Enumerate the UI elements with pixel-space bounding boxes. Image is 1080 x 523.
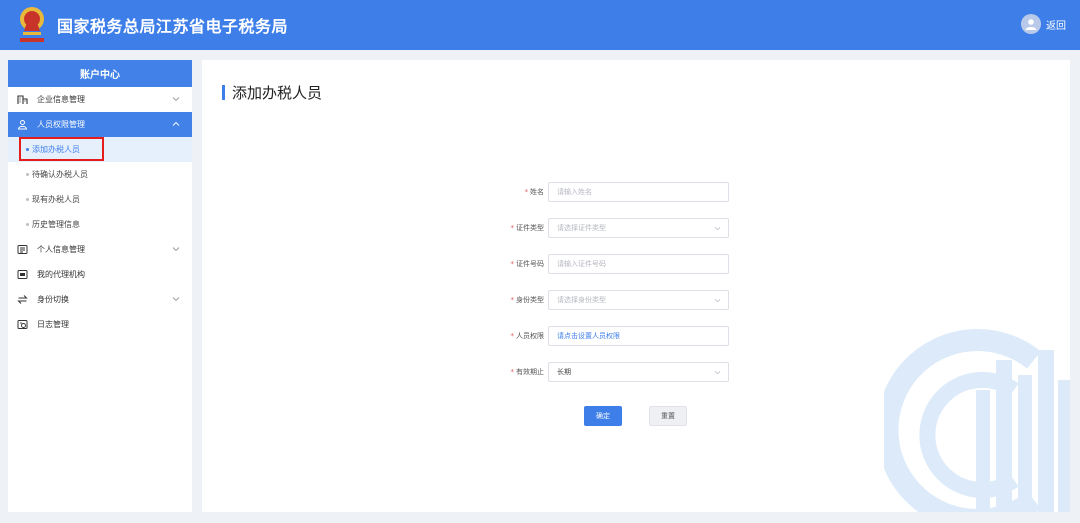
field-label: * 身份类型 (492, 295, 545, 305)
bullet-dot (26, 148, 29, 151)
field-label: * 证件号码 (492, 259, 545, 269)
form-actions: 确定 重置 (584, 406, 687, 426)
sidebar-item-label: 企业信息管理 (37, 95, 85, 104)
sidebar-subitem-current-tax-staff[interactable]: 现有办税人员 (8, 187, 192, 212)
sidebar-subitem-pending-tax-staff[interactable]: 待确认办税人员 (8, 162, 192, 187)
user-group-icon (16, 119, 28, 131)
chevron-down-icon (172, 297, 180, 302)
chevron-down-icon (172, 247, 180, 252)
sidebar-item-staff-permissions[interactable]: 人员权限管理 (8, 112, 192, 137)
select-placeholder: 请选择身份类型 (557, 296, 606, 304)
form-row-id-type: * 证件类型 请选择证件类型 (492, 218, 729, 238)
field-label: * 有效期止 (492, 367, 545, 377)
required-mark: * (510, 260, 515, 268)
sidebar-item-label: 日志管理 (37, 320, 69, 329)
sidebar-item-personal-info[interactable]: 个人信息管理 (8, 237, 192, 262)
confirm-button[interactable]: 确定 (584, 406, 622, 426)
bullet-dot (26, 198, 29, 201)
field-label-text: 身份类型 (516, 296, 544, 304)
site-title: 国家税务总局江苏省电子税务局 (57, 17, 289, 36)
set-permissions-link[interactable]: 请点击设置人员权限 (548, 326, 729, 346)
sidebar-subitem-add-tax-staff[interactable]: 添加办税人员 (8, 137, 192, 162)
id-type-select[interactable]: 请选择证件类型 (548, 218, 729, 238)
form-row-identity-type: * 身份类型 请选择身份类型 (492, 290, 729, 310)
field-label: * 姓名 (492, 187, 545, 197)
identity-type-select[interactable]: 请选择身份类型 (548, 290, 729, 310)
user-avatar-icon (1025, 19, 1037, 30)
bullet-dot (26, 223, 29, 226)
form-row-name: * 姓名 请输入姓名 (492, 182, 729, 202)
chevron-up-icon (172, 121, 180, 126)
sidebar: 账户中心 企业信息管理 人员权限管理 添加办税人员 待确认办税人员 现有办税人员… (8, 60, 192, 512)
required-mark: * (510, 332, 515, 340)
chevron-down-icon (714, 226, 721, 231)
field-label: * 证件类型 (492, 223, 545, 233)
chevron-down-icon (714, 370, 721, 375)
field-label: * 人员权限 (492, 331, 545, 341)
expiry-select[interactable]: 长期 (548, 362, 729, 382)
form-row-expiry: * 有效期止 长期 (492, 362, 729, 382)
sidebar-item-label: 我的代理机构 (37, 270, 85, 279)
add-staff-form: * 姓名 请输入姓名 * 证件类型 请选择证件类型 * 证件号码 请输入证件号码 * 身… (492, 182, 729, 398)
tax-emblem-watermark (884, 329, 1070, 512)
sidebar-item-enterprise-info[interactable]: 企业信息管理 (8, 87, 192, 112)
field-label-text: 有效期止 (516, 368, 544, 376)
log-icon (16, 319, 28, 331)
page-title-text: 添加办税人员 (232, 84, 323, 102)
field-label-text: 人员权限 (516, 332, 544, 340)
chevron-down-icon (714, 298, 721, 303)
reset-button[interactable]: 重置 (649, 406, 687, 426)
sidebar-subitem-history[interactable]: 历史管理信息 (8, 212, 192, 237)
sidebar-subitem-label: 现有办税人员 (32, 195, 80, 204)
bullet-dot (26, 173, 29, 176)
sidebar-item-label: 个人信息管理 (37, 245, 85, 254)
sidebar-item-my-agency[interactable]: 我的代理机构 (8, 262, 192, 287)
chevron-down-icon (172, 97, 180, 102)
sidebar-title: 账户中心 (8, 60, 192, 87)
required-mark: * (510, 296, 515, 304)
switch-icon (16, 294, 28, 306)
id-number-input[interactable]: 请输入证件号码 (548, 254, 729, 274)
sidebar-subitem-label: 待确认办税人员 (32, 170, 88, 179)
building-icon (16, 94, 28, 106)
sidebar-item-label: 人员权限管理 (37, 120, 85, 129)
sidebar-subitem-label: 历史管理信息 (32, 220, 80, 229)
select-placeholder: 请选择证件类型 (557, 224, 606, 232)
required-mark: * (524, 188, 529, 196)
profile-card-icon (16, 244, 28, 256)
user-menu[interactable]: 返回 (1021, 14, 1066, 34)
page-title: 添加办税人员 (222, 82, 322, 103)
field-label-text: 证件类型 (516, 224, 544, 232)
sidebar-subitem-label: 添加办税人员 (32, 145, 80, 154)
required-mark: * (510, 368, 515, 376)
tax-emblem-logo (20, 7, 44, 42)
title-accent-bar (222, 85, 225, 100)
sidebar-item-label: 身份切换 (37, 295, 69, 304)
sidebar-item-identity-switch[interactable]: 身份切换 (8, 287, 192, 312)
form-row-permissions: * 人员权限 请点击设置人员权限 (492, 326, 729, 346)
agency-icon (16, 269, 28, 281)
form-row-id-number: * 证件号码 请输入证件号码 (492, 254, 729, 274)
select-value: 长期 (557, 368, 571, 376)
top-header: 国家税务总局江苏省电子税务局 返回 (0, 0, 1080, 50)
sidebar-item-log-management[interactable]: 日志管理 (8, 312, 192, 337)
main-content: 添加办税人员 * 姓名 请输入姓名 * 证件类型 请选择证件类型 * 证件号码 请输入… (202, 60, 1070, 512)
field-label-text: 证件号码 (516, 260, 544, 268)
required-mark: * (510, 224, 515, 232)
avatar[interactable] (1021, 14, 1041, 34)
field-label-text: 姓名 (530, 188, 544, 196)
name-input[interactable]: 请输入姓名 (548, 182, 729, 202)
return-link[interactable]: 返回 (1046, 17, 1066, 32)
